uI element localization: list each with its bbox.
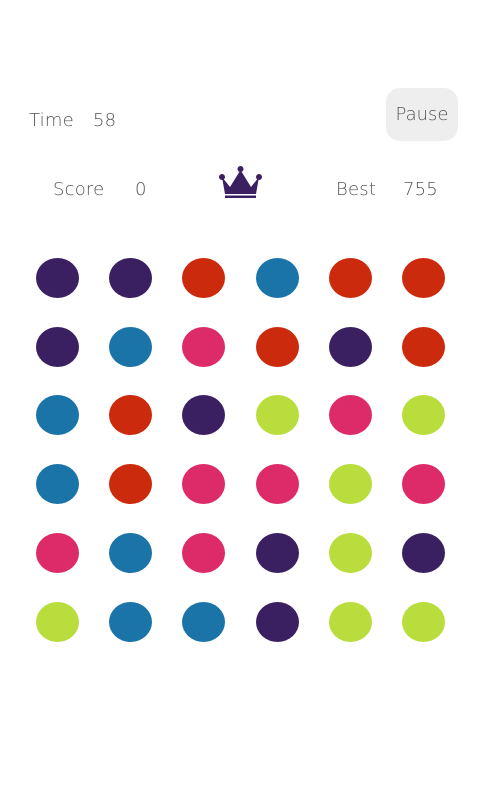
pause-button-label: Pause [395,104,449,125]
time-label: Time [29,110,74,131]
dot-blue[interactable] [108,602,152,642]
time-value: 58 [93,110,117,131]
dot-purple[interactable] [255,533,299,573]
dot-blue[interactable] [35,464,79,504]
dot-purple[interactable] [181,395,225,435]
pause-button[interactable]: Pause [386,88,458,141]
dot-purple[interactable] [35,327,79,367]
dot-red[interactable] [108,395,152,435]
dot-blue[interactable] [181,602,225,642]
game-screen: Time 58 Pause Score 0 Best 755 [0,0,480,800]
dot-pink[interactable] [328,395,372,435]
dot-green[interactable] [328,533,372,573]
dot-green[interactable] [328,464,372,504]
best-value: 755 [403,179,438,200]
dot-pink[interactable] [255,464,299,504]
dot-red[interactable] [328,258,372,298]
score-label: Score [53,179,105,200]
best-label: Best [336,179,377,200]
dot-red[interactable] [108,464,152,504]
dot-red[interactable] [255,327,299,367]
dot-green[interactable] [35,602,79,642]
dot-blue[interactable] [108,533,152,573]
dot-pink[interactable] [181,327,225,367]
dot-red[interactable] [401,258,445,298]
dot-green[interactable] [328,602,372,642]
dot-pink[interactable] [35,533,79,573]
dot-red[interactable] [401,327,445,367]
dot-green[interactable] [401,395,445,435]
dot-blue[interactable] [255,258,299,298]
dot-green[interactable] [401,602,445,642]
dot-purple[interactable] [35,258,79,298]
dot-red[interactable] [181,258,225,298]
dot-purple[interactable] [328,327,372,367]
dot-green[interactable] [255,395,299,435]
crown-icon [219,166,262,198]
dot-blue[interactable] [35,395,79,435]
score-value: 0 [135,179,147,200]
dot-blue[interactable] [108,327,152,367]
dot-purple[interactable] [108,258,152,298]
dot-pink[interactable] [181,533,225,573]
dot-pink[interactable] [181,464,225,504]
dot-purple[interactable] [255,602,299,642]
dot-purple[interactable] [401,533,445,573]
dot-pink[interactable] [401,464,445,504]
